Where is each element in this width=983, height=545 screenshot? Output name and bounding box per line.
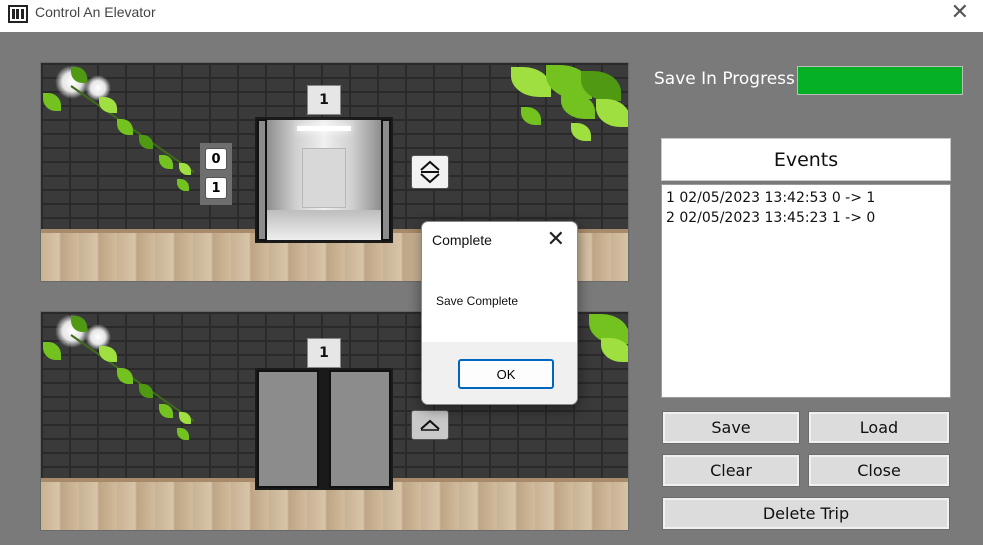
close-button[interactable]: Close	[808, 454, 950, 487]
dialog-close-button[interactable]: ✕	[547, 225, 565, 255]
title-bar: Control An Elevator ✕	[0, 0, 983, 32]
call-button-panel: 0 1	[200, 143, 232, 205]
window-close-button[interactable]: ✕	[951, 2, 969, 24]
door-left-closed	[257, 370, 319, 488]
window-title: Control An Elevator	[35, 4, 156, 20]
events-list[interactable]: 1 02/05/2023 13:42:53 0 -> 1 2 02/05/202…	[661, 184, 951, 398]
events-header: Events	[661, 138, 951, 181]
save-button[interactable]: Save	[662, 411, 800, 444]
call-floor-1-button[interactable]: 1	[205, 177, 227, 199]
cabin-back-wall	[302, 148, 346, 208]
cabin-light	[297, 126, 351, 131]
up-arrow-icon	[420, 419, 440, 431]
clear-button[interactable]: Clear	[662, 454, 800, 487]
up-down-arrows-icon	[420, 160, 440, 184]
ok-button[interactable]: OK	[458, 359, 554, 389]
elevator-cabin-open	[267, 120, 381, 240]
delete-trip-button[interactable]: Delete Trip	[662, 497, 950, 530]
list-item[interactable]: 1 02/05/2023 13:42:53 0 -> 1	[666, 188, 946, 208]
load-button[interactable]: Load	[808, 411, 950, 444]
save-progress-fill	[798, 67, 962, 94]
call-floor-0-button[interactable]: 0	[205, 148, 227, 170]
cabin-floor	[267, 210, 381, 240]
complete-dialog: Complete ✕ Save Complete OK	[421, 221, 578, 405]
dialog-footer: OK	[422, 342, 577, 404]
save-status-label: Save In Progress	[654, 69, 795, 89]
save-progress-bar	[797, 66, 963, 95]
floor-indicator: 1	[307, 338, 341, 368]
door-right-closed	[329, 370, 391, 488]
up-down-arrows-button[interactable]	[411, 155, 449, 189]
list-item[interactable]: 2 02/05/2023 13:45:23 1 -> 0	[666, 208, 946, 228]
dialog-message: Save Complete	[436, 294, 519, 308]
floor-indicator: 1	[307, 85, 341, 115]
elevator-app-icon	[8, 5, 28, 23]
up-arrow-button[interactable]	[411, 410, 449, 440]
dialog-title: Complete	[432, 232, 492, 248]
door-left-open	[257, 119, 267, 241]
door-right-open	[381, 119, 391, 241]
